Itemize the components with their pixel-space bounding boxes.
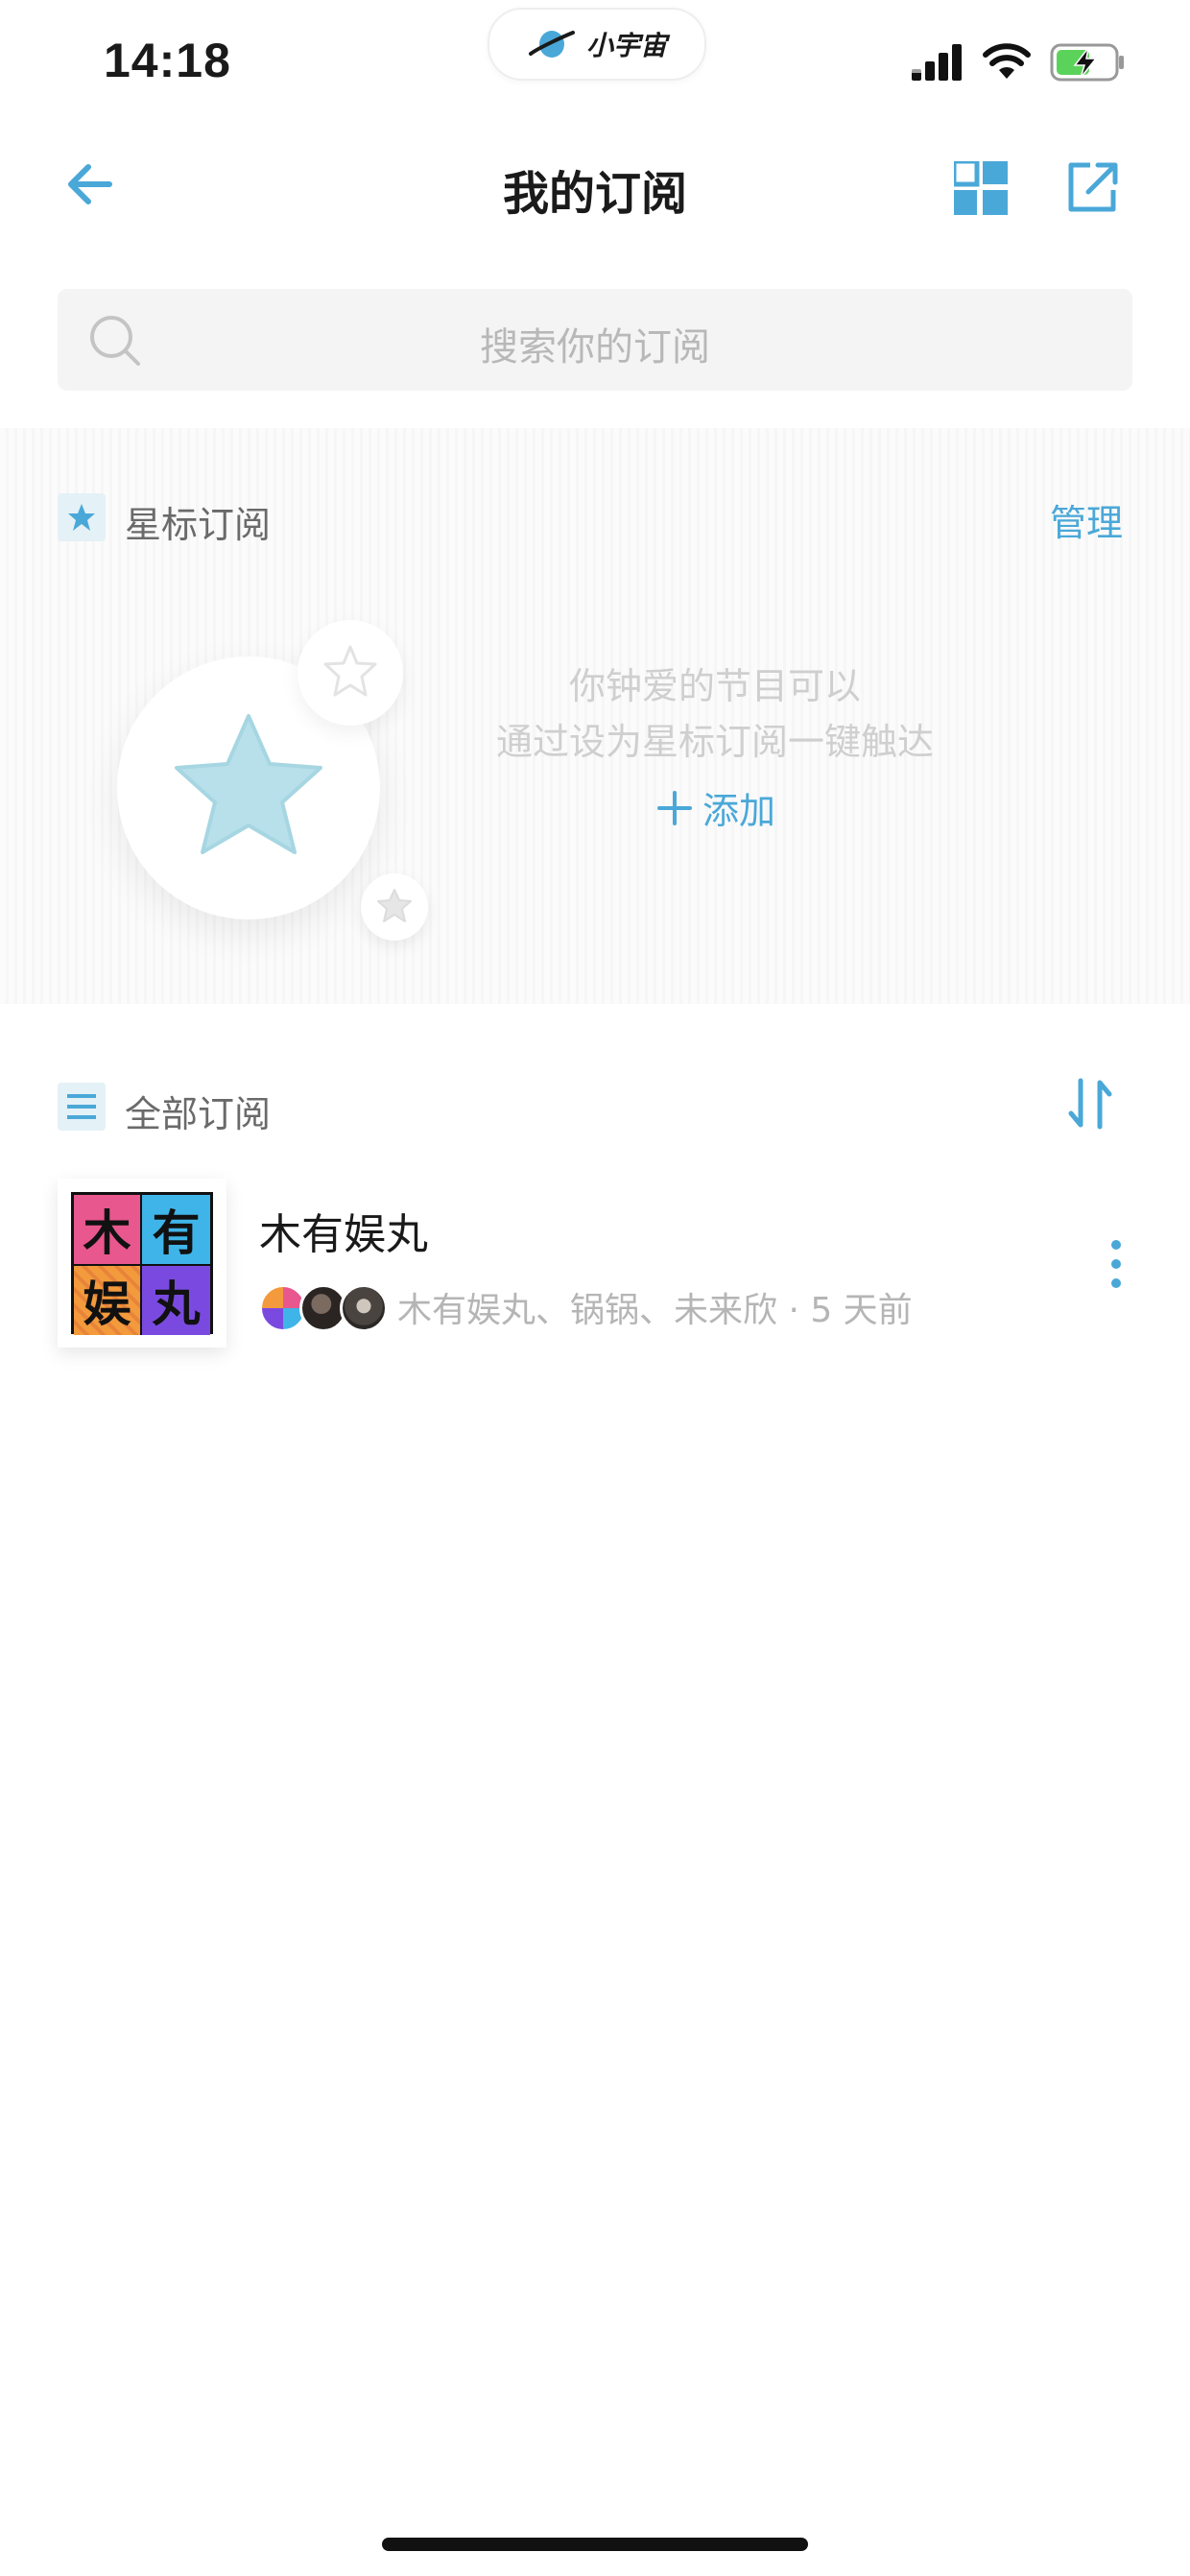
add-starred-button[interactable]: 添加	[656, 781, 775, 834]
status-time: 14:18	[104, 34, 231, 87]
more-options-icon[interactable]	[1104, 1238, 1129, 1290]
plus-icon	[657, 790, 692, 825]
filled-grey-star-icon	[377, 889, 412, 922]
all-subscriptions-title: 全部订阅	[125, 1093, 272, 1135]
small-star-bubble	[298, 620, 403, 726]
podcast-meta: 木有娱丸、锅锅、未来欣 · 5 天前	[397, 1291, 913, 1330]
podcast-title: 木有娱丸	[259, 1210, 428, 1259]
podcast-cover: 木 有 娱 丸	[58, 1179, 226, 1348]
search-placeholder: 搜索你的订阅	[480, 325, 710, 370]
cellular-signal-icon	[912, 44, 962, 81]
wifi-icon	[983, 43, 1031, 79]
search-input[interactable]: 搜索你的订阅	[58, 289, 1132, 391]
app-pill-label: 小宇宙	[585, 30, 667, 61]
all-subscriptions-icon	[58, 1083, 106, 1131]
host-avatar-3	[340, 1284, 388, 1332]
list-icon	[67, 1094, 96, 1119]
grid-view-icon[interactable]	[954, 161, 1008, 215]
sort-icon[interactable]	[1067, 1077, 1113, 1131]
cover-char-2: 有	[142, 1195, 210, 1266]
share-external-icon[interactable]	[1065, 159, 1121, 215]
planet-logo-icon	[528, 31, 575, 58]
cover-char-4: 丸	[142, 1266, 210, 1335]
app-pill[interactable]: 小宇宙	[488, 8, 706, 81]
add-starred-label: 添加	[702, 790, 776, 832]
cover-char-3: 娱	[74, 1266, 142, 1335]
home-indicator	[382, 2538, 808, 2551]
outline-star-icon	[323, 645, 377, 697]
cover-char-1: 木	[74, 1195, 142, 1266]
page-title: 我的订阅	[502, 167, 687, 221]
starred-section-title: 星标订阅	[125, 504, 272, 546]
star-icon	[68, 504, 95, 531]
manage-button[interactable]: 管理	[1050, 493, 1123, 546]
tiny-star-bubble	[361, 873, 428, 941]
empty-message-line1: 你钟爱的节目可以	[568, 665, 861, 707]
empty-message-line2: 通过设为星标订阅一键触达	[495, 721, 934, 763]
large-star-icon	[175, 714, 322, 854]
starred-section-icon	[58, 493, 106, 541]
battery-charging-icon	[1050, 43, 1124, 82]
